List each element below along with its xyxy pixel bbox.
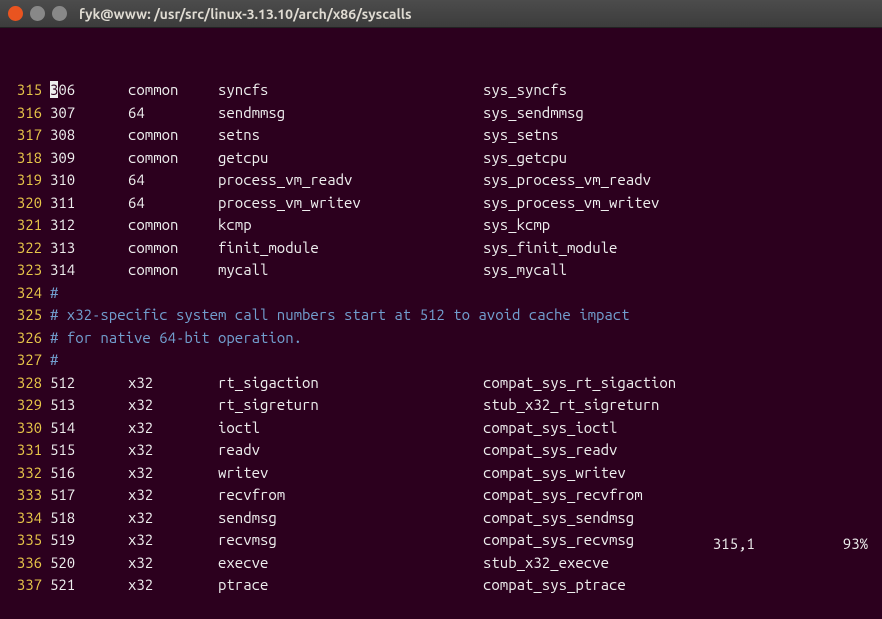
line-content: 515x32readvcompat_sys_readv [44,439,882,462]
line-content: 308commonsetnssys_setns [44,124,882,147]
terminal-viewport[interactable]: 315306commonsyncfssys_syncfs31630764send… [0,28,882,619]
cursor-position: 315,1 [713,535,755,552]
code-line: 336520x32execvestub_x32_execve [0,552,882,575]
cursor: 3 [50,81,58,98]
line-number: 320 [0,192,44,215]
line-number: 324 [0,282,44,305]
code-line: 337521x32ptracecompat_sys_ptrace [0,574,882,597]
line-number: 317 [0,124,44,147]
line-content: 514x32ioctlcompat_sys_ioctl [44,417,882,440]
comment-text: # [44,349,882,372]
maximize-icon[interactable] [52,6,67,21]
line-number: 321 [0,214,44,237]
line-content: 31064process_vm_readvsys_process_vm_read… [44,169,882,192]
close-icon[interactable] [8,6,23,21]
code-line: 325# x32-specific system call numbers st… [0,304,882,327]
line-content: 512x32rt_sigactioncompat_sys_rt_sigactio… [44,372,882,395]
code-line: 331515x32readvcompat_sys_readv [0,439,882,462]
code-line: 32031164process_vm_writevsys_process_vm_… [0,192,882,215]
line-number: 326 [0,327,44,350]
code-line: 332516x32writevcompat_sys_writev [0,462,882,485]
line-number: 332 [0,462,44,485]
vim-status-line: 315,1 93% [0,535,882,552]
comment-text: # x32-specific system call numbers start… [44,304,882,327]
line-content: 516x32writevcompat_sys_writev [44,462,882,485]
line-content: 513x32rt_sigreturnstub_x32_rt_sigreturn [44,394,882,417]
line-number: 328 [0,372,44,395]
line-number: 333 [0,484,44,507]
code-line: 317308commonsetnssys_setns [0,124,882,147]
line-number: 323 [0,259,44,282]
code-line: 329513x32rt_sigreturnstub_x32_rt_sigretu… [0,394,882,417]
line-content: 313commonfinit_modulesys_finit_module [44,237,882,260]
line-number: 337 [0,574,44,597]
line-number: 319 [0,169,44,192]
code-line: 322313commonfinit_modulesys_finit_module [0,237,882,260]
line-content: 309commongetcpusys_getcpu [44,147,882,170]
code-line: 318309commongetcpusys_getcpu [0,147,882,170]
code-line: 330514x32ioctlcompat_sys_ioctl [0,417,882,440]
minimize-icon[interactable] [30,6,45,21]
line-content: 312commonkcmpsys_kcmp [44,214,882,237]
code-line: 323314commonmycallsys_mycall [0,259,882,282]
line-content: 520x32execvestub_x32_execve [44,552,882,575]
line-number: 322 [0,237,44,260]
comment-text: # for native 64-bit operation. [44,327,882,350]
code-line: 315306commonsyncfssys_syncfs [0,79,882,102]
line-content: 314commonmycallsys_mycall [44,259,882,282]
line-content: 518x32sendmsgcompat_sys_sendmsg [44,507,882,530]
line-number: 330 [0,417,44,440]
scroll-percent: 93% [843,535,868,552]
line-content: 30764sendmmsgsys_sendmmsg [44,102,882,125]
line-number: 329 [0,394,44,417]
line-number: 327 [0,349,44,372]
line-number: 336 [0,552,44,575]
line-content: 517x32recvfromcompat_sys_recvfrom [44,484,882,507]
line-content: 306commonsyncfssys_syncfs [44,79,882,102]
line-number: 318 [0,147,44,170]
line-number: 331 [0,439,44,462]
code-line: 328512x32rt_sigactioncompat_sys_rt_sigac… [0,372,882,395]
code-line: 31630764sendmmsgsys_sendmmsg [0,102,882,125]
window-controls [8,6,67,21]
code-line: 327# [0,349,882,372]
code-line: 334518x32sendmsgcompat_sys_sendmsg [0,507,882,530]
code-line: 333517x32recvfromcompat_sys_recvfrom [0,484,882,507]
line-number: 334 [0,507,44,530]
code-line: 321312commonkcmpsys_kcmp [0,214,882,237]
line-number: 315 [0,79,44,102]
code-line: 324# [0,282,882,305]
line-content: 31164process_vm_writevsys_process_vm_wri… [44,192,882,215]
window-title: fyk@www: /usr/src/linux-3.13.10/arch/x86… [79,6,412,22]
window-titlebar: fyk@www: /usr/src/linux-3.13.10/arch/x86… [0,0,882,28]
line-number: 325 [0,304,44,327]
code-line: 326# for native 64-bit operation. [0,327,882,350]
code-line: 31931064process_vm_readvsys_process_vm_r… [0,169,882,192]
line-number: 316 [0,102,44,125]
comment-text: # [44,282,882,305]
line-content: 521x32ptracecompat_sys_ptrace [44,574,882,597]
